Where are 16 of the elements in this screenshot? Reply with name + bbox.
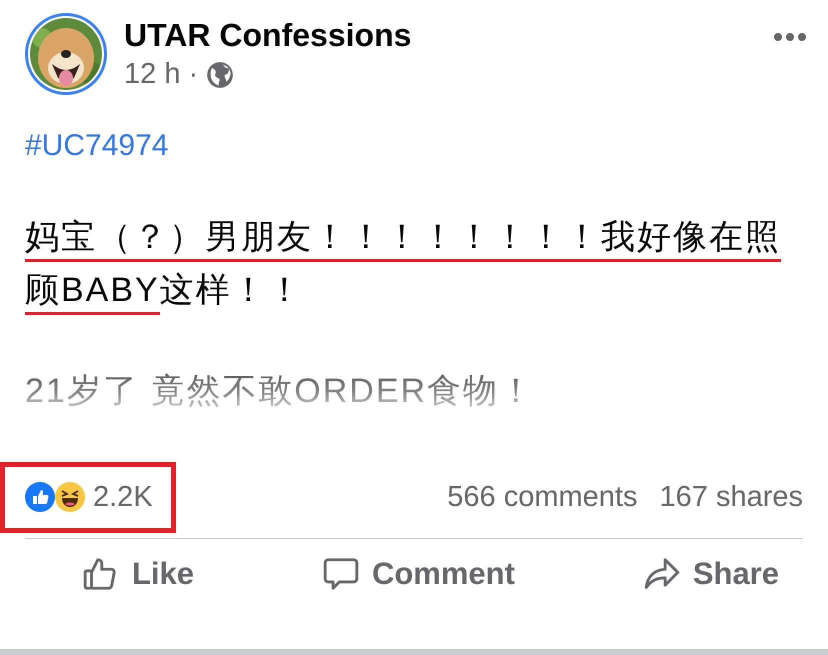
shares-count[interactable]: 167 shares [660,480,803,514]
share-button[interactable]: Share [638,549,783,599]
hashtag-link[interactable]: #UC74974 [25,129,828,163]
more-options-icon[interactable] [774,33,806,41]
comment-button[interactable]: Comment [318,549,519,599]
comments-count[interactable]: 566 comments [447,480,638,514]
laughing-emoji-icon [55,482,85,512]
separator-dot: · [188,58,198,91]
like-button[interactable]: Like [78,549,198,599]
post-text: 这样！！ [160,270,304,311]
page-name[interactable]: UTAR Confessions [124,17,757,54]
post-text: 顾BABY [25,268,160,315]
post-time[interactable]: 12 h [124,58,180,91]
post-text: 妈宝（？）男朋友！！！！！！！！我好像在照 [25,215,781,262]
like-reaction-icon [25,482,55,512]
reactions-summary[interactable]: 2.2K [5,466,171,528]
